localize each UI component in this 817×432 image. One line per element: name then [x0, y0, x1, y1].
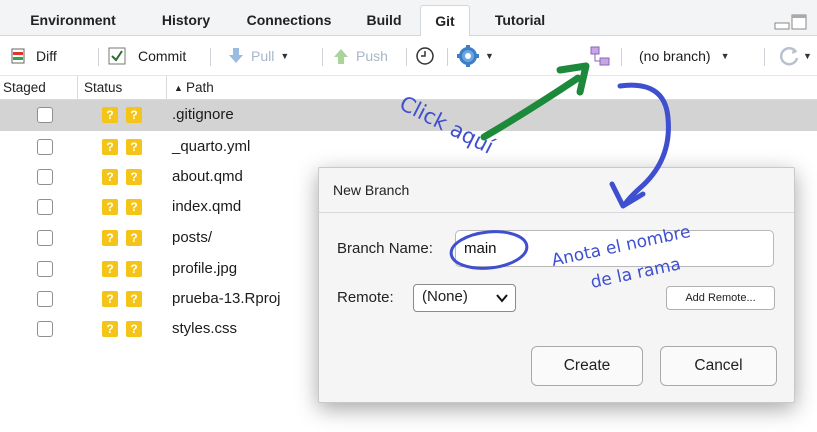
- new-branch-dialog: New Branch Branch Name: Remote: (None) A…: [318, 167, 795, 403]
- diff-icon: [11, 48, 25, 64]
- pull-label: Pull: [251, 48, 275, 64]
- status-badge: ?: [102, 291, 118, 307]
- pull-dropdown-caret-icon[interactable]: ▼: [280, 51, 289, 61]
- history-button[interactable]: [415, 36, 435, 76]
- status-badge: ?: [126, 291, 142, 307]
- staged-column-header[interactable]: Staged: [3, 80, 46, 95]
- settings-dropdown-caret-icon[interactable]: ▼: [485, 51, 494, 61]
- file-path: _quarto.yml: [172, 138, 251, 155]
- path-column-header[interactable]: Path: [186, 80, 214, 95]
- dialog-divider: [319, 212, 794, 213]
- file-path: styles.css: [172, 320, 238, 337]
- file-path: about.qmd: [172, 168, 243, 185]
- git-toolbar: Diff Commit Pull ▼ Push ▼ (no branch) ▼ …: [0, 36, 817, 76]
- new-branch-button[interactable]: [589, 36, 611, 76]
- pull-arrow-down-icon: [229, 48, 243, 63]
- tab-build[interactable]: Build: [354, 5, 414, 36]
- toolbar-separator: [447, 48, 448, 66]
- diff-label: Diff: [36, 48, 57, 64]
- status-badge: ?: [126, 230, 142, 246]
- push-button[interactable]: Push: [332, 36, 388, 76]
- toolbar-separator: [406, 48, 407, 66]
- staged-checkbox[interactable]: [37, 261, 53, 277]
- gear-icon: [457, 45, 479, 67]
- status-badge: ?: [126, 169, 142, 185]
- tab-environment[interactable]: Environment: [8, 5, 138, 36]
- file-list-header: Staged Status ▲ Path: [0, 76, 817, 100]
- push-label: Push: [356, 48, 388, 64]
- staged-checkbox[interactable]: [37, 291, 53, 307]
- tab-connections[interactable]: Connections: [233, 5, 345, 36]
- commit-button[interactable]: Commit: [108, 36, 186, 76]
- toolbar-separator: [764, 48, 765, 66]
- status-badge: ?: [126, 199, 142, 215]
- status-badge: ?: [102, 261, 118, 277]
- status-badge: ?: [102, 321, 118, 337]
- status-badge: ?: [102, 139, 118, 155]
- create-button[interactable]: Create: [531, 346, 643, 386]
- tab-history[interactable]: History: [146, 5, 226, 36]
- toolbar-separator: [210, 48, 211, 66]
- branch-selector[interactable]: (no branch) ▼: [639, 36, 730, 76]
- chevron-down-icon: [496, 294, 508, 303]
- diff-button[interactable]: Diff: [10, 36, 57, 76]
- file-path: posts/: [172, 229, 213, 246]
- toolbar-separator: [621, 48, 622, 66]
- tab-git[interactable]: Git: [420, 5, 470, 37]
- branch-name-input[interactable]: [455, 230, 774, 267]
- file-path: .gitignore: [172, 106, 234, 123]
- toolbar-separator: [322, 48, 323, 66]
- tab-tutorial[interactable]: Tutorial: [478, 5, 562, 36]
- status-badge: ?: [102, 107, 118, 123]
- status-badge: ?: [102, 169, 118, 185]
- staged-checkbox[interactable]: [37, 321, 53, 337]
- status-column-header[interactable]: Status: [84, 80, 122, 95]
- status-badge: ?: [102, 199, 118, 215]
- branch-name-label: Branch Name:: [337, 240, 433, 257]
- staged-checkbox[interactable]: [37, 230, 53, 246]
- staged-checkbox[interactable]: [37, 107, 53, 123]
- remote-label: Remote:: [337, 289, 394, 306]
- status-badge: ?: [102, 230, 118, 246]
- table-row[interactable]: ? ? _quarto.yml: [0, 132, 817, 163]
- commit-label: Commit: [138, 48, 187, 64]
- remote-select-value: (None): [422, 288, 468, 305]
- file-path: prueba-13.Rproj: [172, 290, 281, 307]
- more-settings-button[interactable]: ▼: [457, 36, 494, 76]
- toolbar-separator: [98, 48, 99, 66]
- dialog-title: New Branch: [333, 182, 410, 198]
- new-branch-icon: [590, 46, 610, 66]
- minimize-maximize-icon[interactable]: [774, 14, 808, 30]
- staged-checkbox[interactable]: [37, 139, 53, 155]
- column-divider: [77, 76, 78, 100]
- clock-icon: [416, 47, 434, 65]
- refresh-dropdown-caret-icon[interactable]: ▼: [803, 51, 812, 61]
- sort-ascending-icon: ▲: [174, 83, 183, 93]
- column-divider: [166, 76, 167, 100]
- table-row[interactable]: ? ? .gitignore: [0, 100, 817, 131]
- commit-checkbox-icon: [108, 47, 126, 65]
- status-badge: ?: [126, 107, 142, 123]
- staged-checkbox[interactable]: [37, 199, 53, 215]
- remote-select[interactable]: (None): [413, 284, 516, 312]
- file-path: index.qmd: [172, 198, 242, 215]
- branch-selector-label: (no branch): [639, 48, 711, 64]
- staged-checkbox[interactable]: [37, 169, 53, 185]
- pull-button[interactable]: Pull ▼: [227, 36, 289, 76]
- refresh-button[interactable]: ▼: [779, 36, 812, 76]
- tab-bar: Environment History Connections Build Gi…: [0, 0, 817, 37]
- add-remote-button[interactable]: Add Remote...: [666, 286, 775, 310]
- refresh-icon: [779, 47, 799, 66]
- push-arrow-up-icon: [334, 49, 348, 64]
- cancel-button[interactable]: Cancel: [660, 346, 777, 386]
- status-badge: ?: [126, 261, 142, 277]
- status-badge: ?: [126, 321, 142, 337]
- file-path: profile.jpg: [172, 260, 238, 277]
- branch-dropdown-caret-icon: ▼: [720, 51, 730, 61]
- status-badge: ?: [126, 139, 142, 155]
